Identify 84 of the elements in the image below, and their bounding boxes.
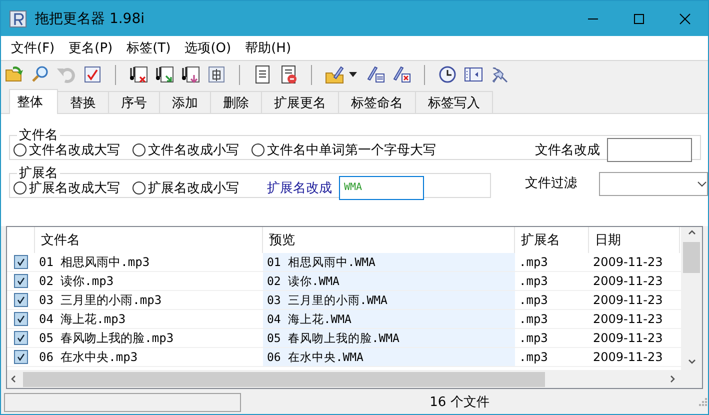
filter-label: 文件过滤 [524, 175, 577, 192]
menu-item[interactable]: 选项(O) [178, 39, 238, 57]
checkbox[interactable] [14, 350, 28, 364]
table-cell-text: 01 相思风雨中.mp3 [38, 254, 151, 270]
radio-button[interactable] [132, 143, 146, 157]
clock-icon[interactable] [438, 65, 457, 84]
table-cell: 03 三月里的小雨.WMA [263, 291, 515, 309]
menu-item[interactable]: 更名(P) [62, 39, 120, 57]
field-label: 文件名改成 [535, 142, 600, 159]
checkbox[interactable] [14, 274, 28, 288]
table-cell-text: 2009-11-23 [592, 311, 664, 328]
filter-dropdown[interactable] [598, 172, 708, 196]
menu-item[interactable]: 标签(T) [120, 39, 178, 57]
table-cell-text: 2009-11-23 [592, 349, 664, 366]
table-cell: 05 春风吻上我的脸.WMA [263, 329, 515, 347]
pencil-list-icon[interactable] [366, 65, 385, 84]
table-cell-text: 2009-11-23 [592, 330, 664, 347]
column-header[interactable]: 日期 [589, 227, 680, 253]
document-icon[interactable] [253, 65, 272, 84]
table-cell: 06 在水中央.WMA [263, 348, 515, 366]
radio-label: 文件名中单词第一个字母大写 [267, 142, 436, 159]
radio-label: 扩展名改成小写 [148, 180, 239, 197]
vertical-scrollbar[interactable] [681, 227, 702, 370]
radio-button[interactable] [13, 181, 27, 195]
group-title: 文件名 [18, 127, 59, 143]
pin-icon[interactable] [490, 65, 509, 84]
file-count: 16 个文件 [428, 394, 490, 411]
radio-button[interactable] [13, 143, 27, 157]
menu-item[interactable]: 文件(F) [4, 39, 62, 57]
panel-icon[interactable] [464, 65, 483, 84]
table-cell-text: 05 春风吻上我的脸.mp3 [38, 330, 175, 346]
resize-grip-icon [698, 397, 708, 407]
character-icon[interactable] [207, 65, 226, 84]
scroll-thumb[interactable] [23, 372, 545, 386]
tab[interactable]: 整体 [9, 89, 58, 114]
column-header[interactable]: 文件名 [35, 227, 263, 253]
checkbox[interactable] [14, 293, 28, 307]
table-cell-text: 04 海上花.mp3 [38, 310, 127, 328]
table-cell: 02 读你.WMA [263, 272, 515, 290]
table-cell-text: 2009-11-23 [592, 292, 664, 309]
table-cell-text: 06 在水中央.mp3 [38, 348, 139, 366]
table-cell-text: .mp3 [518, 254, 549, 271]
field-label: 扩展名改成 [267, 180, 332, 197]
checkbox[interactable] [14, 312, 28, 326]
search-icon[interactable] [31, 65, 50, 84]
horizontal-scrollbar[interactable] [7, 370, 702, 388]
table-cell-text: 2009-11-23 [592, 254, 664, 271]
radio-label: 扩展名改成大写 [29, 180, 120, 197]
group-title: 扩展名 [18, 165, 59, 181]
tab[interactable]: 标签写入 [415, 91, 493, 113]
table-cell-text: 2009-11-23 [592, 273, 664, 290]
table-cell-text: .mp3 [518, 273, 549, 290]
music-file-arrow-icon[interactable] [155, 65, 174, 84]
folder-arrow-icon[interactable] [5, 65, 24, 84]
checkbox[interactable] [14, 331, 28, 345]
checkmark-icon[interactable] [83, 65, 102, 84]
table-cell-text: .mp3 [518, 292, 549, 309]
radio-button[interactable] [132, 181, 146, 195]
maximize-icon [633, 12, 645, 24]
music-file-delete-icon[interactable] [129, 65, 148, 84]
radio-label: 文件名改成小写 [148, 142, 239, 159]
input-field[interactable] [607, 138, 692, 162]
app-icon [9, 10, 27, 28]
table-cell-text: 03 三月里的小雨.mp3 [38, 292, 163, 308]
document-remove-icon[interactable] [279, 65, 298, 84]
table-cell-text: .mp3 [518, 349, 549, 366]
menu-item[interactable]: 帮助(H) [238, 39, 298, 57]
pencil-folder-icon[interactable] [325, 65, 344, 84]
radio-button[interactable] [251, 143, 265, 157]
radio-label: 文件名改成大写 [29, 142, 120, 159]
pencil-delete-icon[interactable] [392, 65, 411, 84]
input-field[interactable]: WMA [339, 176, 424, 200]
table-cell: 04 海上花.WMA [263, 310, 515, 328]
checkbox[interactable] [14, 255, 28, 269]
music-file-down-icon[interactable] [181, 65, 200, 84]
table-cell-text: 02 读你.mp3 [38, 272, 115, 290]
chevron-down-icon [697, 181, 707, 187]
window-title: 拖把更名器 1.98i [35, 10, 146, 28]
table-cell: 01 相思风雨中.WMA [263, 253, 515, 271]
column-header[interactable]: 扩展名 [515, 227, 589, 253]
close-icon [679, 12, 691, 24]
table-cell-text: .mp3 [518, 330, 549, 347]
table-cell-text: .mp3 [518, 311, 549, 328]
scroll-thumb[interactable] [683, 242, 700, 273]
